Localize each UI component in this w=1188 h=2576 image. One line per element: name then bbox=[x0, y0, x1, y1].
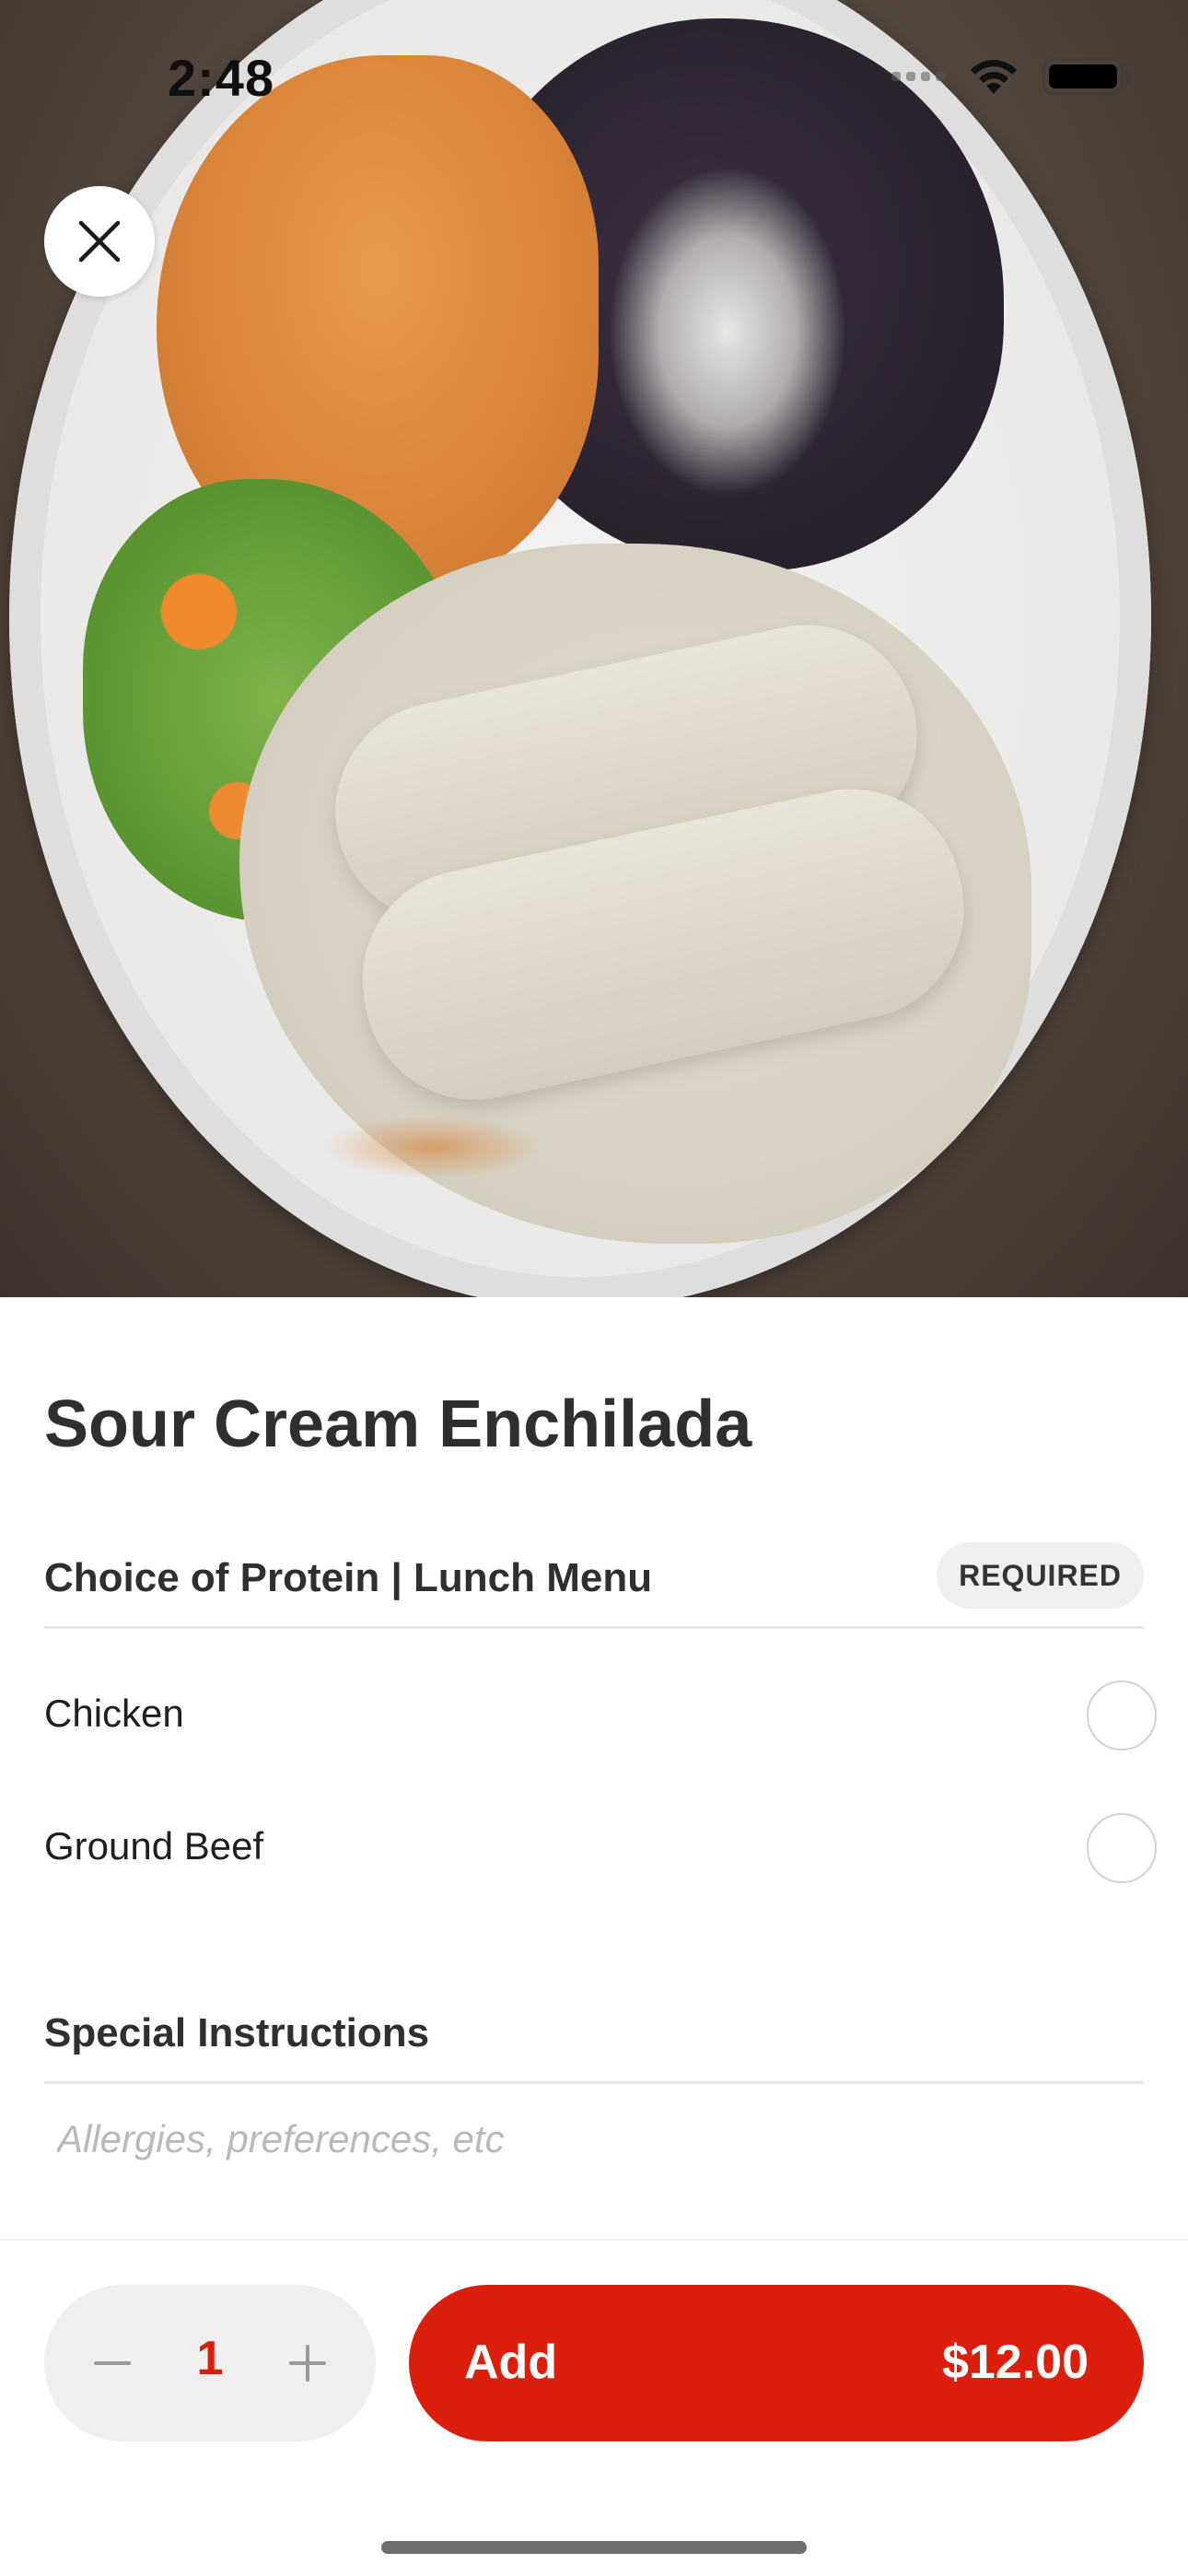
special-instructions-input[interactable] bbox=[44, 2102, 1144, 2176]
quantity-stepper: 1 bbox=[44, 2285, 376, 2441]
increase-quantity-button[interactable] bbox=[280, 2336, 335, 2391]
option-chicken[interactable]: Chicken bbox=[44, 1666, 1157, 1767]
option-radio[interactable] bbox=[1087, 1680, 1157, 1751]
battery-icon bbox=[1042, 58, 1130, 95]
option-radio[interactable] bbox=[1087, 1813, 1157, 1883]
special-instructions-title: Special Instructions bbox=[44, 2010, 430, 2055]
cellular-signal-icon bbox=[891, 72, 945, 81]
decrease-quantity-button[interactable] bbox=[85, 2336, 140, 2391]
add-button-price: $12.00 bbox=[941, 2336, 1089, 2389]
status-bar-icons bbox=[891, 57, 1130, 96]
add-to-order-button[interactable]: Add $12.00 bbox=[409, 2285, 1144, 2441]
status-bar-time: 2:48 bbox=[168, 49, 275, 107]
order-bar: 1 Add $12.00 bbox=[0, 2239, 1188, 2576]
add-button-label: Add bbox=[464, 2336, 558, 2389]
wifi-icon bbox=[967, 57, 1020, 96]
option-label: Ground Beef bbox=[44, 1824, 264, 1868]
crumbled-cheese bbox=[608, 166, 847, 498]
item-title: Sour Cream Enchilada bbox=[44, 1388, 752, 1461]
quantity-value: 1 bbox=[196, 2332, 224, 2385]
minus-icon bbox=[94, 2361, 131, 2365]
plus-icon bbox=[289, 2345, 326, 2382]
close-icon bbox=[78, 220, 121, 263]
required-badge: REQUIRED bbox=[937, 1542, 1144, 1609]
modifier-group-header: Choice of Protein | Lunch Menu REQUIRED bbox=[44, 1537, 1144, 1629]
option-ground-beef[interactable]: Ground Beef bbox=[44, 1798, 1157, 1900]
sauce-char bbox=[322, 1115, 543, 1179]
modifier-group-title: Choice of Protein | Lunch Menu bbox=[44, 1555, 653, 1600]
divider bbox=[44, 2081, 1144, 2084]
close-button[interactable] bbox=[44, 186, 155, 297]
item-photo bbox=[0, 0, 1188, 1297]
option-label: Chicken bbox=[44, 1692, 184, 1735]
home-indicator[interactable] bbox=[381, 2541, 807, 2554]
